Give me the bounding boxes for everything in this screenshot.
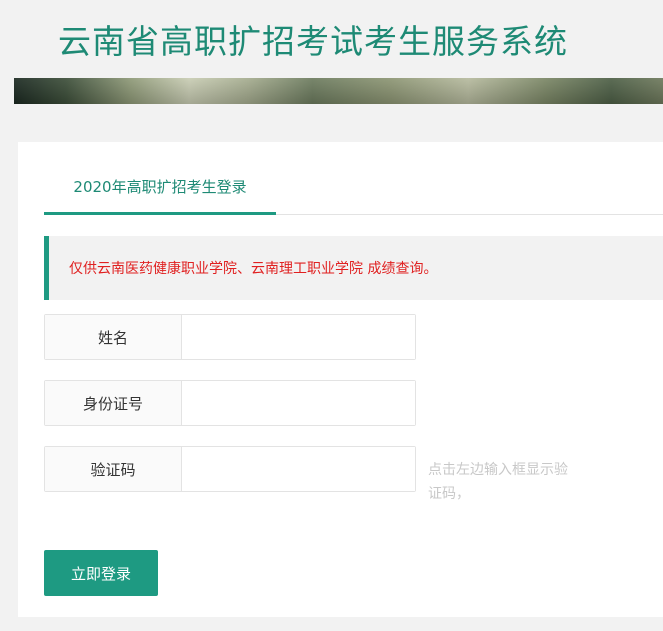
login-panel: 2020年高职扩招考生登录 仅供云南医药健康职业学院、云南理工职业学院 成绩查询… (18, 142, 663, 617)
captcha-input[interactable] (182, 447, 415, 491)
site-header: 云南省高职扩招考试考生服务系统 (0, 0, 663, 106)
login-button[interactable]: 立即登录 (44, 550, 158, 596)
name-row: 姓名 (44, 314, 416, 360)
name-input[interactable] (182, 315, 415, 359)
site-title: 云南省高职扩招考试考生服务系统 (58, 22, 568, 61)
captcha-hint: 点击左边输入框显示验证码， (428, 462, 568, 502)
tab-student-login[interactable]: 2020年高职扩招考生登录 (44, 172, 276, 215)
id-row: 身份证号 (44, 380, 416, 426)
tab-bar: 2020年高职扩招考生登录 (44, 172, 663, 215)
notice-text: 仅供云南医药健康职业学院、云南理工职业学院 成绩查询。 (69, 261, 438, 277)
name-label: 姓名 (45, 315, 182, 359)
notice-banner: 仅供云南医药健康职业学院、云南理工职业学院 成绩查询。 (44, 236, 663, 300)
captcha-row: 验证码 (44, 446, 416, 492)
id-number-input[interactable] (182, 381, 415, 425)
header-banner-image (14, 78, 663, 104)
id-number-label: 身份证号 (45, 381, 182, 425)
captcha-label: 验证码 (45, 447, 182, 491)
